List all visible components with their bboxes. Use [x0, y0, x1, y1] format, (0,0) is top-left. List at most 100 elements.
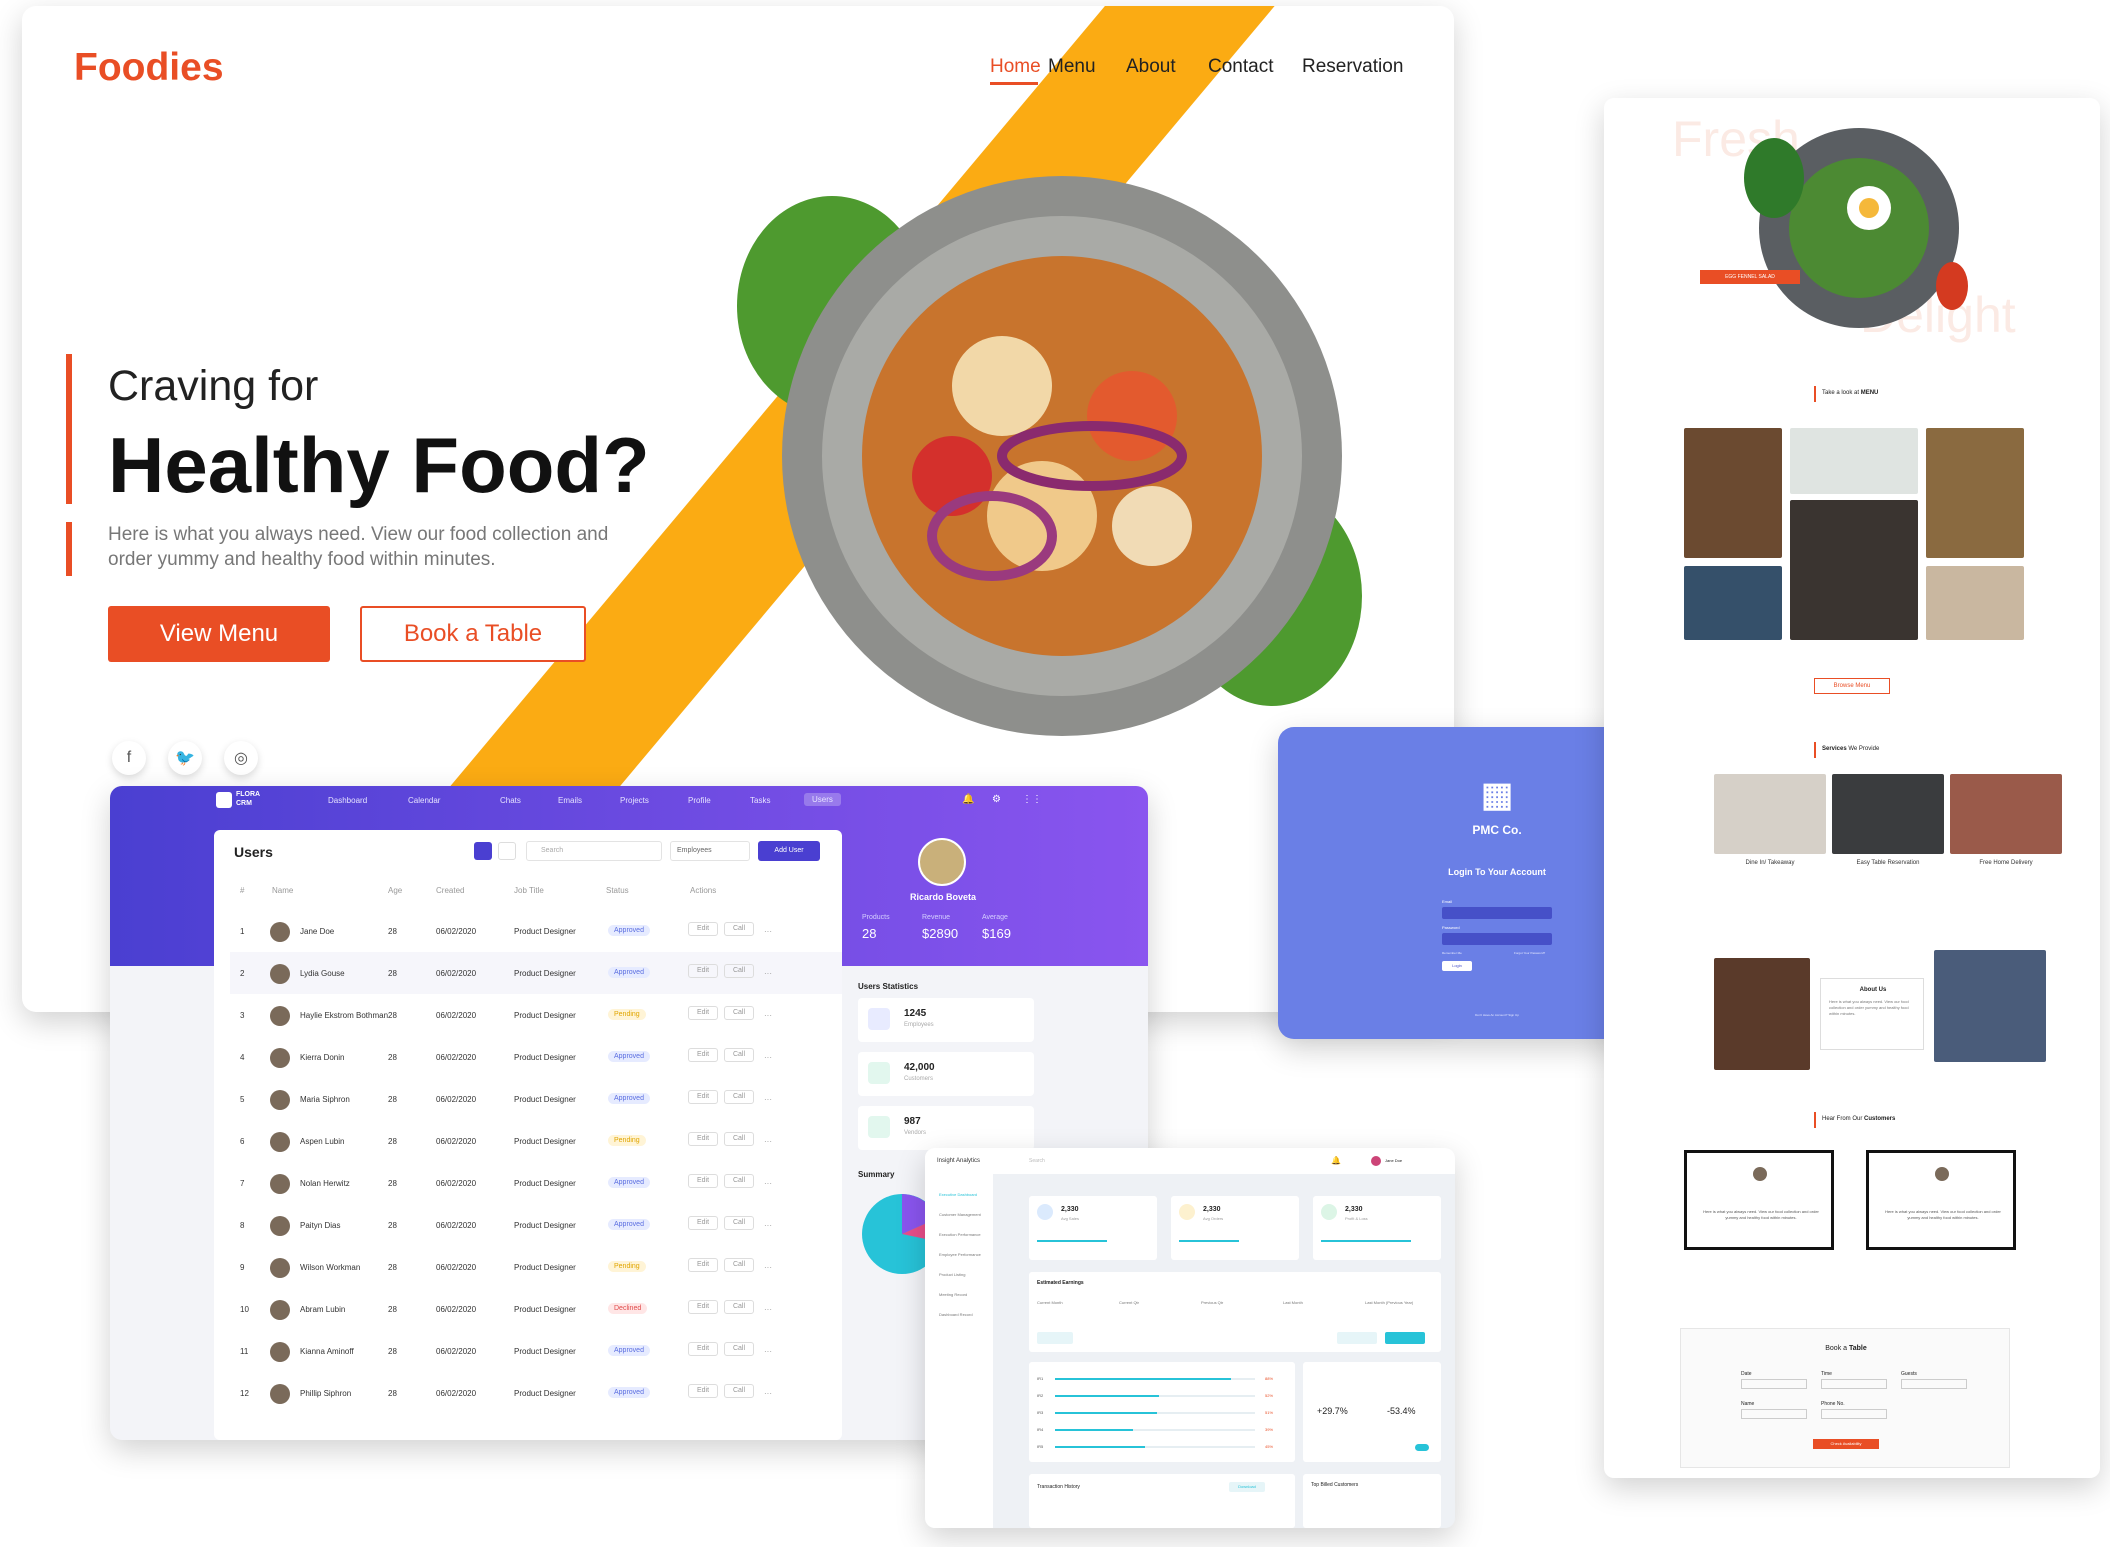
table-row[interactable]: 11 Kianna Aminoff 28 06/02/2020 Product Desi…	[230, 1330, 842, 1372]
edit-button[interactable]: Edit	[688, 1300, 718, 1314]
table-row[interactable]: 3 Haylie Ekstrom Bothman 28 06/02/2020 Produ…	[230, 994, 842, 1036]
call-button[interactable]: Call	[724, 1048, 754, 1062]
date-field[interactable]	[1741, 1379, 1807, 1389]
phone-field[interactable]	[1821, 1409, 1887, 1419]
nav-reservation[interactable]: Reservation	[1302, 56, 1403, 78]
more-icon[interactable]: ···	[764, 1305, 772, 1314]
edit-button[interactable]: Edit	[688, 1342, 718, 1356]
table-row[interactable]: 7 Nolan Herwitz 28 06/02/2020 Product Design…	[230, 1162, 842, 1204]
gear-icon[interactable]: ⚙	[992, 794, 1001, 805]
edit-button[interactable]: Edit	[688, 1048, 718, 1062]
more-icon[interactable]: ···	[764, 1011, 772, 1020]
more-icon[interactable]: ···	[764, 1053, 772, 1062]
menu-photo[interactable]	[1926, 428, 2024, 558]
call-button[interactable]: Call	[724, 1132, 754, 1146]
download-button[interactable]: Download	[1229, 1482, 1265, 1492]
check-availability-button[interactable]: Check Availability	[1813, 1439, 1879, 1449]
sidebar-item[interactable]: Executive Dashboard	[939, 1192, 977, 1197]
edit-button[interactable]: Edit	[688, 1090, 718, 1104]
more-icon[interactable]: ···	[764, 1179, 772, 1188]
table-row[interactable]: 2 Lydia Gouse 28 06/02/2020 Product Designer…	[230, 952, 842, 994]
twitter-icon[interactable]: 🐦	[168, 741, 202, 775]
nav-home[interactable]: Home	[990, 56, 1041, 78]
foodies-logo[interactable]: Foodies	[74, 46, 224, 90]
edit-button[interactable]: Edit	[688, 1216, 718, 1230]
login-button[interactable]: Login	[1442, 961, 1472, 971]
edit-button[interactable]: Edit	[688, 964, 718, 978]
call-button[interactable]: Call	[724, 1384, 754, 1398]
table-row[interactable]: 4 Kierra Donin 28 06/02/2020 Product Designe…	[230, 1036, 842, 1078]
call-button[interactable]: Call	[724, 1216, 754, 1230]
salad-bowl-image	[737, 176, 1362, 736]
nav-menu[interactable]: Menu	[1048, 56, 1096, 78]
nav-about[interactable]: About	[1126, 56, 1176, 78]
menu-photo[interactable]	[1684, 428, 1782, 558]
remember-me-checkbox[interactable]: Remember Me	[1442, 951, 1462, 955]
edit-button[interactable]: Edit	[688, 1384, 718, 1398]
table-row[interactable]: 8 Paityn Dias 28 06/02/2020 Product Designer…	[230, 1204, 842, 1246]
edit-button[interactable]: Edit	[688, 922, 718, 936]
table-row[interactable]: 5 Maria Siphron 28 06/02/2020 Product Design…	[230, 1078, 842, 1120]
bell-icon[interactable]: 🔔	[962, 794, 974, 805]
browse-menu-button[interactable]: Browse Menu	[1814, 678, 1890, 694]
more-icon[interactable]: ···	[764, 927, 772, 936]
call-button[interactable]: Call	[724, 1006, 754, 1020]
edit-button[interactable]: Edit	[688, 1132, 718, 1146]
toggle-switch[interactable]	[1415, 1444, 1429, 1451]
email-field[interactable]	[1442, 907, 1552, 919]
menu-photo[interactable]	[1790, 428, 1918, 494]
call-button[interactable]: Call	[724, 1090, 754, 1104]
edit-button[interactable]: Edit	[688, 1258, 718, 1272]
apply-button[interactable]	[1385, 1332, 1425, 1344]
more-icon[interactable]: ···	[764, 1263, 772, 1272]
hero-description: Here is what you always need. View our f…	[108, 524, 609, 570]
table-row[interactable]: 6 Aspen Lubin 28 06/02/2020 Product Designer…	[230, 1120, 842, 1162]
call-button[interactable]: Call	[724, 922, 754, 936]
download-button[interactable]	[1337, 1332, 1377, 1344]
grid-icon[interactable]: ⋮⋮	[1022, 794, 1042, 805]
edit-button[interactable]: Edit	[688, 1006, 718, 1020]
view-menu-button[interactable]: View Menu	[108, 606, 330, 662]
table-row[interactable]: 12 Phillip Siphron 28 06/02/2020 Product Des…	[230, 1372, 842, 1414]
time-field[interactable]	[1821, 1379, 1887, 1389]
sidebar-item[interactable]: Customer Management	[939, 1212, 981, 1217]
name-field[interactable]	[1741, 1409, 1807, 1419]
sidebar-item[interactable]: Meeting Record	[939, 1292, 967, 1297]
sidebar-item[interactable]: Dashboard Record	[939, 1312, 973, 1317]
guests-field[interactable]	[1901, 1379, 1967, 1389]
menu-photo[interactable]	[1926, 566, 2024, 640]
more-icon[interactable]: ···	[764, 1221, 772, 1230]
call-button[interactable]: Call	[724, 1258, 754, 1272]
instagram-icon[interactable]: ◎	[224, 741, 258, 775]
more-icon[interactable]: ···	[764, 1137, 772, 1146]
call-button[interactable]: Call	[724, 964, 754, 978]
analytics-search[interactable]: Search	[1029, 1158, 1149, 1164]
nav-contact[interactable]: Contact	[1208, 56, 1273, 78]
facebook-icon[interactable]: f	[112, 741, 146, 775]
sidebar-item[interactable]: Employee Performance	[939, 1252, 981, 1257]
call-button[interactable]: Call	[724, 1300, 754, 1314]
table-row[interactable]: 10 Abram Lubin 28 06/02/2020 Product Designe…	[230, 1288, 842, 1330]
bell-icon[interactable]: 🔔	[1331, 1156, 1341, 1165]
more-icon[interactable]: ···	[764, 1095, 772, 1104]
menu-photo[interactable]	[1684, 566, 1782, 640]
more-icon[interactable]: ···	[764, 1347, 772, 1356]
table-row[interactable]: 1 Jane Doe 28 06/02/2020 Product Designer App…	[230, 910, 842, 952]
row-created: 06/02/2020	[436, 1305, 477, 1314]
call-button[interactable]: Call	[724, 1174, 754, 1188]
row-number: 8	[240, 1221, 245, 1230]
user-name[interactable]: Jane Doe	[1385, 1158, 1402, 1163]
hero-subtitle: Craving for	[108, 362, 319, 410]
more-icon[interactable]: ···	[764, 969, 772, 978]
more-icon[interactable]: ···	[764, 1389, 772, 1398]
sidebar-item[interactable]: Execution Performance	[939, 1232, 981, 1237]
forgot-password-link[interactable]: Forgot Your Password?	[1514, 951, 1545, 955]
edit-button[interactable]: Edit	[688, 1174, 718, 1188]
menu-photo[interactable]	[1790, 500, 1918, 640]
sidebar-item[interactable]: Product Listing	[939, 1272, 965, 1277]
earnings-tab[interactable]	[1037, 1332, 1073, 1344]
table-row[interactable]: 9 Wilson Workman 28 06/02/2020 Product Desig…	[230, 1246, 842, 1288]
book-table-button[interactable]: Book a Table	[360, 606, 586, 662]
call-button[interactable]: Call	[724, 1342, 754, 1356]
password-field[interactable]	[1442, 933, 1552, 945]
